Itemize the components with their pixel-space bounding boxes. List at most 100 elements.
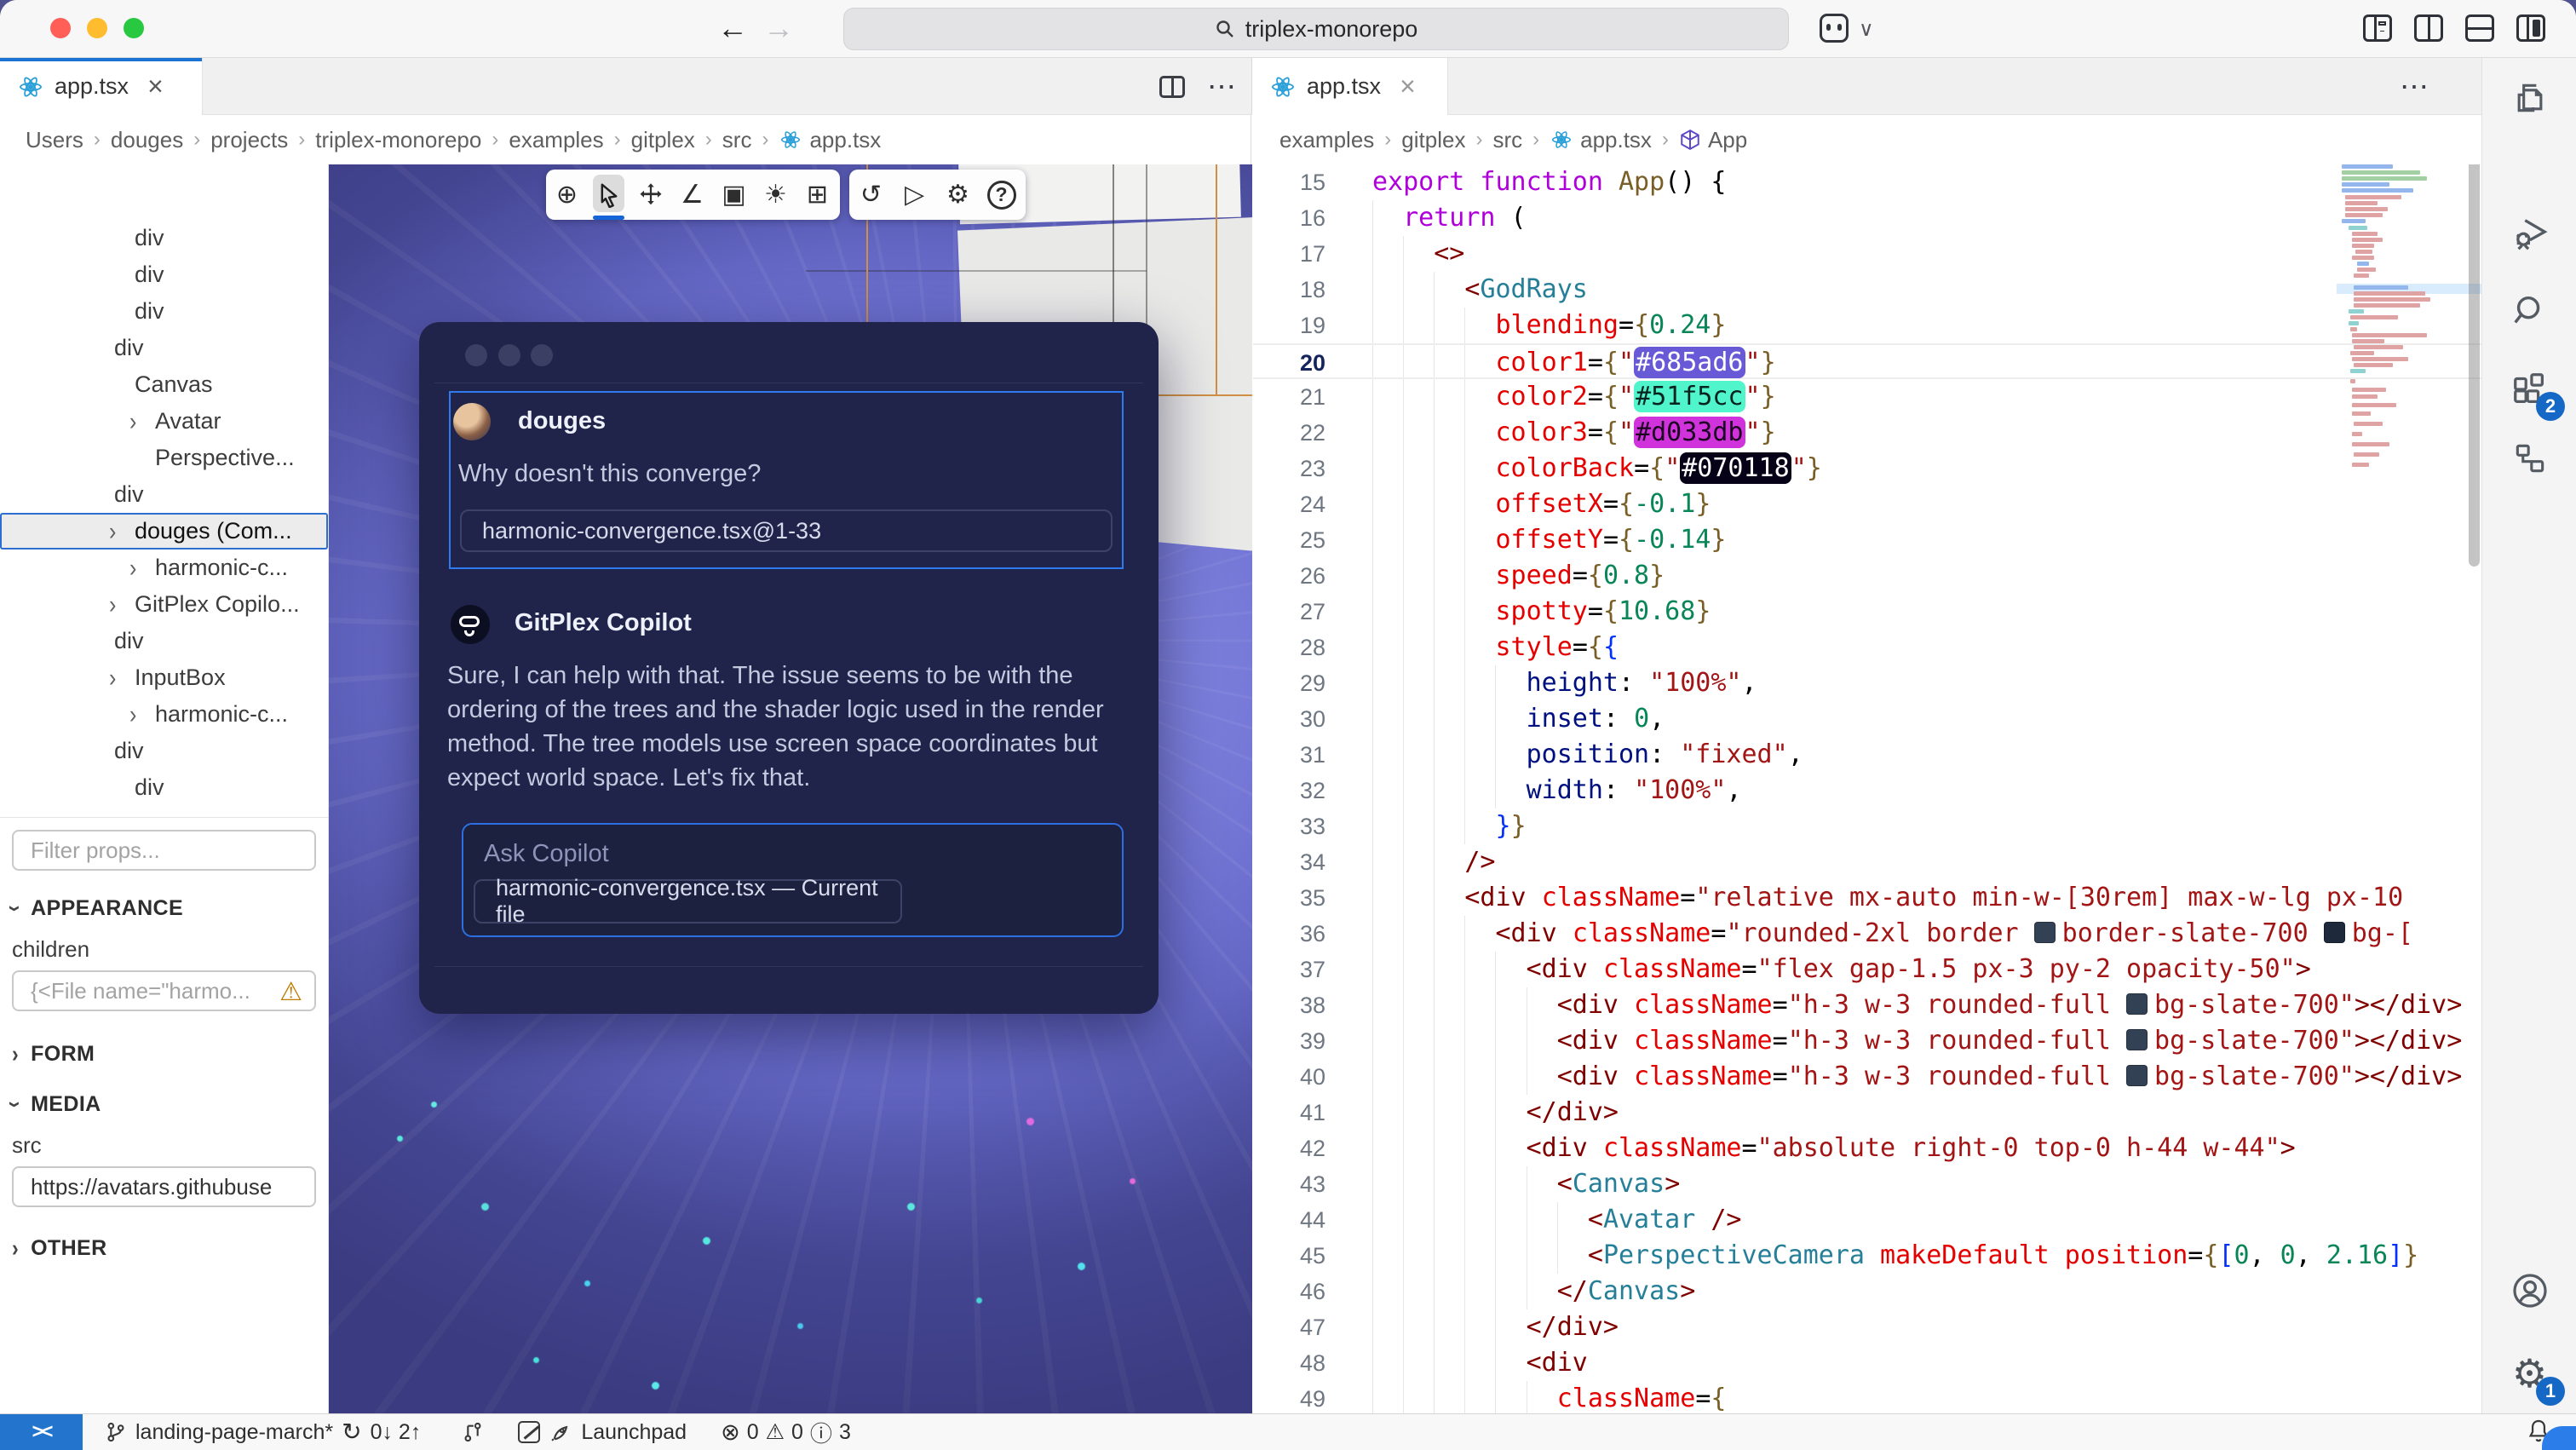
globe-icon[interactable]: ⊕ xyxy=(546,170,588,220)
assistant-avatar-icon[interactable] xyxy=(1820,14,1849,43)
children-input[interactable] xyxy=(12,970,316,1011)
tree-item-div[interactable]: div xyxy=(0,733,328,769)
compare-item[interactable] xyxy=(462,1421,484,1443)
section-form[interactable]: › FORM xyxy=(12,1042,316,1067)
code-line[interactable]: 46 </Canvas> xyxy=(1253,1274,2481,1309)
code-line[interactable]: 25 offsetY={-0.14} xyxy=(1253,522,2481,558)
tree-item-perspective-[interactable]: Perspective... xyxy=(0,440,328,476)
translate-tool-icon[interactable] xyxy=(630,170,671,220)
src-input[interactable] xyxy=(12,1166,316,1207)
scene-viewport[interactable]: douges Why doesn't this converge? harmon… xyxy=(329,164,1252,1413)
section-appearance[interactable]: › APPEARANCE xyxy=(12,896,316,921)
code-line[interactable]: 33 }} xyxy=(1253,808,2481,844)
code-line[interactable]: 23 colorBack={"#070118"} xyxy=(1253,451,2481,486)
code-line[interactable]: 49 className={ xyxy=(1253,1381,2481,1413)
code-editor[interactable]: Open in Triplex 15export function App() … xyxy=(1253,164,2481,1413)
code-line[interactable]: 28 style={{ xyxy=(1253,630,2481,665)
breadcrumb-item[interactable]: douges xyxy=(111,127,183,153)
copy-files-icon[interactable] xyxy=(2482,64,2576,132)
tree-item-div[interactable]: div xyxy=(0,769,328,806)
light-icon[interactable]: ☀ xyxy=(755,170,796,220)
tree-item-harmonic-c-[interactable]: ›harmonic-c... xyxy=(0,550,328,586)
ask-copilot-input[interactable]: Ask Copilot harmonic-convergence.tsx — C… xyxy=(462,823,1124,937)
color-decorator[interactable] xyxy=(2126,1029,2148,1050)
close-window-button[interactable] xyxy=(50,18,71,38)
color-decorator[interactable] xyxy=(2126,993,2148,1015)
color-decorator[interactable] xyxy=(2034,922,2056,943)
tab-app-tsx-right[interactable]: app.tsx × xyxy=(1252,58,1448,115)
code-line[interactable]: 47 </div> xyxy=(1253,1309,2481,1345)
tree-item-avatar[interactable]: ›Avatar xyxy=(0,403,328,440)
grid-icon[interactable]: ⊞ xyxy=(796,170,838,220)
more-actions-icon[interactable]: ⋯ xyxy=(2400,78,2430,95)
forward-icon[interactable]: → xyxy=(763,10,794,46)
settings-icon[interactable]: ⚙ xyxy=(936,170,980,220)
breadcrumb-item[interactable]: App xyxy=(1679,127,1747,153)
tree-item-canvas[interactable]: Canvas xyxy=(0,366,328,403)
code-line[interactable]: 43 <Canvas> xyxy=(1253,1166,2481,1202)
breadcrumb-right[interactable]: examples›gitplex›src›app.tsx›App xyxy=(1252,115,2481,164)
tree-item-div[interactable]: div xyxy=(0,293,328,330)
code-line[interactable]: 44 <Avatar /> xyxy=(1253,1202,2481,1238)
play-icon[interactable]: ▷ xyxy=(893,170,936,220)
code-line[interactable]: 20 color1={"#685ad6"} xyxy=(1253,343,2481,379)
tree-item-inputbox[interactable]: ›InputBox xyxy=(0,659,328,696)
section-media[interactable]: › MEDIA xyxy=(12,1092,316,1117)
breadcrumb-item[interactable]: projects xyxy=(210,127,288,153)
file-reference-chip[interactable]: harmonic-convergence.tsx@1-33 xyxy=(460,509,1113,552)
back-icon[interactable]: ← xyxy=(717,10,748,46)
breadcrumb-item[interactable]: examples xyxy=(1279,127,1374,153)
account-icon[interactable] xyxy=(2482,1257,2576,1325)
hierarchy-icon[interactable] xyxy=(2482,424,2576,492)
split-vertical-icon[interactable] xyxy=(2414,14,2443,42)
code-line[interactable]: 26 speed={0.8} xyxy=(1253,558,2481,594)
tree-item-harmonic-c-[interactable]: ›harmonic-c... xyxy=(0,696,328,733)
code-line[interactable]: 19 blending={0.24} xyxy=(1253,308,2481,343)
breadcrumb-item[interactable]: gitplex xyxy=(1401,127,1465,153)
color-swatch[interactable]: #51f5cc xyxy=(1634,381,1745,412)
tree-item-div[interactable]: div xyxy=(0,476,328,513)
tree-item-gitplex-copilo-[interactable]: ›GitPlex Copilo... xyxy=(0,586,328,623)
code-line[interactable]: 17 <> xyxy=(1253,236,2481,272)
code-line[interactable]: 27 spotty={10.68} xyxy=(1253,594,2481,630)
breadcrumb-item[interactable]: triplex-monorepo xyxy=(315,127,481,153)
branch-item[interactable]: landing-page-march* ↻ 0↓ 2↑ xyxy=(105,1420,421,1445)
tree-item-div[interactable]: div xyxy=(0,623,328,659)
section-other[interactable]: › OTHER xyxy=(12,1236,316,1261)
code-line[interactable]: 15export function App() { xyxy=(1253,164,2481,200)
code-line[interactable]: 38 <div className="h-3 w-3 rounded-full … xyxy=(1253,987,2481,1023)
breadcrumb-item[interactable]: gitplex xyxy=(631,127,695,153)
rotate-tool-icon[interactable]: ∠ xyxy=(671,170,713,220)
color-swatch[interactable]: #070118 xyxy=(1680,452,1791,484)
select-tool-icon[interactable] xyxy=(588,170,630,220)
layout-grid-icon[interactable] xyxy=(2363,14,2392,42)
color-decorator[interactable] xyxy=(2324,922,2345,943)
code-line[interactable]: 18 <GodRays xyxy=(1253,272,2481,308)
code-line[interactable]: 36 <div className="rounded-2xl border bo… xyxy=(1253,916,2481,952)
breadcrumb-left[interactable]: Users›douges›projects›triplex-monorepo›e… xyxy=(0,115,1251,164)
chevron-right-icon[interactable]: › xyxy=(129,400,155,445)
code-line[interactable]: 48 <div xyxy=(1253,1345,2481,1381)
search-icon[interactable] xyxy=(2482,277,2576,345)
diagnostics[interactable]: ⊗ 0 ⚠ 0 ⓘ 3 xyxy=(721,1417,851,1448)
code-line[interactable]: 22 color3={"#d033db"} xyxy=(1253,415,2481,451)
chevron-right-icon[interactable]: › xyxy=(109,584,135,628)
code-line[interactable]: 24 offsetX={-0.1} xyxy=(1253,486,2481,522)
breadcrumb-item[interactable]: app.tsx xyxy=(779,127,881,153)
code-line[interactable]: 35 <div className="relative mx-auto min-… xyxy=(1253,880,2481,916)
minimize-window-button[interactable] xyxy=(87,18,107,38)
tree-item-div[interactable]: div xyxy=(0,256,328,293)
code-line[interactable]: 39 <div className="h-3 w-3 rounded-full … xyxy=(1253,1023,2481,1059)
code-line[interactable]: 34 /> xyxy=(1253,844,2481,880)
code-line[interactable]: 40 <div className="h-3 w-3 rounded-full … xyxy=(1253,1059,2481,1095)
color-swatch[interactable]: #685ad6 xyxy=(1634,347,1745,378)
code-line[interactable]: 37 <div className="flex gap-1.5 px-3 py-… xyxy=(1253,952,2481,987)
run-debug-icon[interactable] xyxy=(2482,199,2576,268)
scrollbar-thumb[interactable] xyxy=(2469,164,2480,567)
code-line[interactable]: 31 position: "fixed", xyxy=(1253,737,2481,773)
breadcrumb-item[interactable]: examples xyxy=(509,127,603,153)
more-actions-icon[interactable]: ⋯ xyxy=(1207,78,1238,95)
code-line[interactable]: 41 </div> xyxy=(1253,1095,2481,1131)
extensions-icon[interactable]: 2 xyxy=(2482,354,2576,423)
breadcrumb-item[interactable]: app.tsx xyxy=(1550,127,1652,153)
